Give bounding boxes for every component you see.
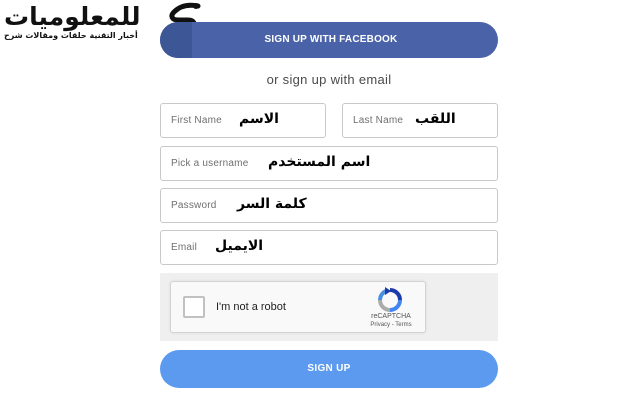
signup-button[interactable]: SIGN UP (160, 350, 498, 388)
not-a-robot-checkbox[interactable] (183, 296, 205, 318)
signup-with-facebook-button[interactable]: SIGN UP WITH FACEBOOK (160, 22, 498, 58)
captcha-links: Privacy - Terms (364, 322, 418, 328)
password-annotation: كلمة السر (237, 196, 307, 212)
last-name-field[interactable]: Last Name اللقب (342, 103, 498, 138)
privacy-link[interactable]: Privacy (370, 322, 390, 328)
signup-page: للمعلوميات أخبار التقنية حلقات ومقالات ش… (0, 0, 640, 400)
captcha-panel: I'm not a robot reCAPTCHA Privacy - Term… (160, 273, 498, 341)
first-name-annotation: الاسم (239, 111, 279, 127)
password-field[interactable]: Password كلمة السر (160, 188, 498, 223)
terms-link[interactable]: Terms (395, 322, 411, 328)
captcha-label: I'm not a robot (216, 301, 286, 313)
username-field[interactable]: Pick a username اسم المستخدم (160, 146, 498, 181)
recaptcha-widget: I'm not a robot reCAPTCHA Privacy - Term… (170, 281, 426, 333)
email-placeholder: Email (171, 242, 198, 253)
username-annotation: اسم المستخدم (268, 154, 371, 170)
password-placeholder: Password (171, 200, 217, 211)
logo-title: للمعلوميات (4, 2, 141, 31)
email-annotation: الايميل (215, 238, 264, 254)
username-placeholder: Pick a username (171, 158, 249, 169)
logo-subtitle: أخبار التقنية حلقات ومقالات شرح (4, 31, 138, 40)
last-name-annotation: اللقب (415, 111, 456, 127)
recaptcha-brand: reCAPTCHA (371, 313, 411, 320)
first-name-placeholder: First Name (171, 115, 222, 126)
email-field[interactable]: Email الايميل (160, 230, 498, 265)
first-name-field[interactable]: First Name الاسم (160, 103, 326, 138)
recaptcha-icon (378, 287, 402, 312)
divider-text: or sign up with email (266, 72, 392, 87)
last-name-placeholder: Last Name (353, 115, 404, 126)
facebook-button-label: SIGN UP WITH FACEBOOK (264, 34, 398, 45)
